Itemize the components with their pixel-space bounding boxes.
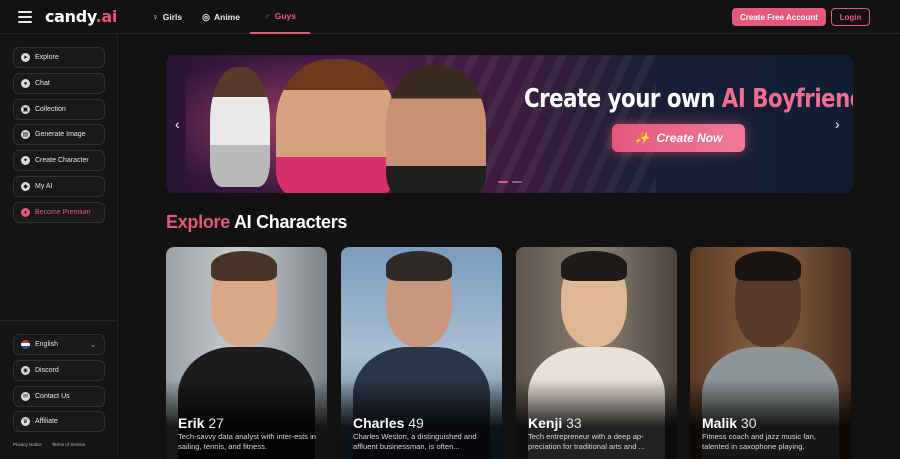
logo[interactable]: candy.ai: [45, 7, 117, 26]
sidebar-item-label: Become Premium: [35, 209, 91, 216]
login-button[interactable]: Login: [831, 8, 870, 26]
chevron-down-icon: ⌄: [90, 341, 96, 349]
character-name: Kenji 33: [528, 415, 582, 431]
carousel-dot[interactable]: [498, 181, 508, 183]
terms-of-service-link[interactable]: Terms of Service: [52, 442, 86, 447]
create-now-label: Create Now: [656, 131, 723, 145]
collection-icon: ▣: [21, 105, 30, 114]
character-card-charles[interactable]: Charles 49 Charles Weston, a distinguish…: [341, 247, 502, 459]
male-icon: ♂: [263, 11, 271, 21]
magic-wand-icon: ✨: [634, 131, 650, 145]
sidebar-item-generate-image[interactable]: ▤ Generate Image: [13, 124, 105, 145]
diamond-icon: ♦: [21, 208, 30, 217]
trophy-icon: ♛: [21, 417, 30, 426]
tab-label: Anime: [213, 12, 240, 22]
sidebar-item-label: Contact Us: [35, 393, 70, 400]
create-now-button[interactable]: ✨ Create Now: [612, 124, 745, 152]
category-tabs: ♀ Girls ◎ Anime ♂ Guys: [142, 0, 310, 34]
character-name: Charles 49: [353, 415, 424, 431]
sidebar-item-label: Discord: [35, 367, 59, 374]
sidebar-item-label: Explore: [35, 54, 59, 61]
character-age: 49: [408, 415, 424, 431]
chevron-right-icon[interactable]: ›: [835, 116, 840, 132]
mask-icon: ◆: [21, 182, 30, 191]
card-portrait-hair: [386, 251, 452, 281]
character-description: Tech-savvy data analyst with inter-ests …: [178, 432, 317, 451]
character-card-malik[interactable]: Malik 30 Fitness coach and jazz music fa…: [690, 247, 851, 459]
language-select[interactable]: English ⌄: [13, 334, 105, 355]
logo-main: candy: [45, 7, 96, 26]
character-name-text: Kenji: [528, 415, 563, 431]
create-free-account-button[interactable]: Create Free Account: [732, 8, 826, 26]
character-description: Charles Weston, a distinguished and affl…: [353, 432, 477, 451]
sidebar-item-my-ai[interactable]: ◆ My AI: [13, 176, 105, 197]
tab-label: Guys: [274, 11, 296, 21]
character-age: 30: [740, 415, 757, 431]
top-bar: candy.ai ♀ Girls ◎ Anime ♂ Guys Create Free…: [0, 0, 900, 34]
image-icon: ▤: [21, 130, 30, 139]
logo-tld: .ai: [95, 7, 118, 26]
character-name: Erik 27: [178, 415, 224, 431]
sidebar-item-chat[interactable]: ● Chat: [13, 73, 105, 94]
character-age: 27: [208, 415, 224, 431]
tab-label: Girls: [162, 12, 183, 22]
character-description: Fitness coach and jazz music fan, talent…: [702, 432, 816, 451]
card-portrait-hair: [561, 251, 627, 281]
discord-icon: ◉: [21, 366, 30, 375]
character-name-text: Erik: [178, 415, 205, 431]
hero-banner[interactable]: Create your own AI Boyfriend ✨ Create Now…: [166, 55, 853, 193]
sidebar-item-explore[interactable]: ➤ Explore: [13, 47, 105, 68]
privacy-notice-link[interactable]: Privacy Notice: [13, 442, 42, 447]
sidebar-item-contact-us[interactable]: ✉ Contact Us: [13, 386, 105, 407]
sidebar-item-create-character[interactable]: ✦ Create Character: [13, 150, 105, 171]
sidebar: ➤ Explore ● Chat ▣ Collection ▤ Generate Ima…: [0, 35, 118, 459]
mail-icon: ✉: [21, 392, 30, 401]
banner-headline: Create your own AI Boyfriend: [524, 84, 853, 114]
section-title-rest: AI Characters: [229, 212, 348, 232]
carousel-dot[interactable]: [512, 181, 522, 183]
character-name: Malik 30: [702, 415, 756, 431]
sidebar-item-become-premium[interactable]: ♦ Become Premium: [13, 202, 105, 223]
banner-person-image: [210, 67, 270, 187]
section-title: Explore AI Characters: [166, 212, 347, 233]
headline-plain: Create your own: [524, 84, 722, 114]
carousel-dots: [498, 181, 522, 183]
character-description: Tech entrepreneur with a deep ap-preciat…: [528, 432, 645, 451]
character-name-text: Charles: [353, 415, 405, 431]
banner-person-image: [276, 59, 396, 193]
sidebar-divider: [0, 320, 117, 321]
chat-icon: ●: [21, 79, 30, 88]
sparkle-icon: ✦: [21, 156, 30, 165]
character-age: 33: [566, 415, 582, 431]
tab-anime[interactable]: ◎ Anime: [192, 0, 250, 34]
language-label: English: [35, 341, 58, 348]
sidebar-item-label: Chat: [35, 80, 50, 87]
female-icon: ♀: [152, 12, 159, 22]
us-flag-icon: [21, 340, 30, 349]
sidebar-item-label: Collection: [35, 106, 66, 113]
card-portrait-hair: [211, 251, 277, 281]
sidebar-item-discord[interactable]: ◉ Discord: [13, 360, 105, 381]
sidebar-item-collection[interactable]: ▣ Collection: [13, 99, 105, 120]
banner-person-image: [386, 65, 486, 193]
hamburger-menu-icon[interactable]: [18, 11, 32, 23]
sidebar-item-label: Create Character: [35, 157, 89, 164]
section-title-accent: Explore: [166, 212, 230, 232]
sidebar-item-label: Affiliate: [35, 418, 58, 425]
chevron-left-icon[interactable]: ‹: [175, 116, 180, 132]
tab-guys[interactable]: ♂ Guys: [249, 0, 310, 34]
sidebar-item-affiliate[interactable]: ♛ Affiliate: [13, 411, 105, 432]
character-name-text: Malik: [702, 415, 738, 431]
character-card-erik[interactable]: Erik 27 Tech-savvy data analyst with int…: [166, 247, 327, 459]
headline-accent: AI Boyfriend: [721, 84, 853, 114]
anime-icon: ◎: [202, 11, 210, 22]
compass-icon: ➤: [21, 53, 30, 62]
footer-links: Privacy Notice Terms of Service: [13, 442, 85, 447]
sidebar-item-label: My AI: [35, 183, 53, 190]
sidebar-item-label: Generate Image: [35, 131, 86, 138]
tab-girls[interactable]: ♀ Girls: [142, 0, 192, 34]
card-portrait-hair: [735, 251, 801, 281]
character-card-kenji[interactable]: Kenji 33 Tech entrepreneur with a deep a…: [516, 247, 677, 459]
